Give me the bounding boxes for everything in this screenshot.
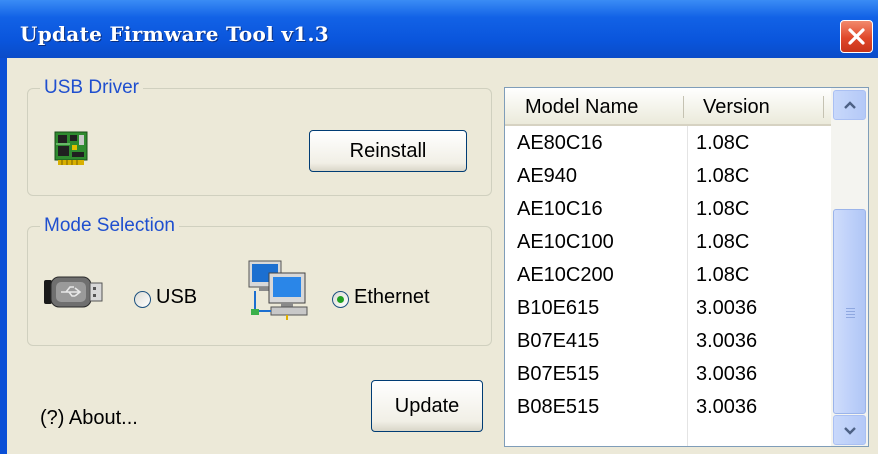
update-button[interactable]: Update xyxy=(371,380,483,432)
scroll-up-arrow-icon xyxy=(844,101,856,109)
version-cell: 1.08C xyxy=(696,231,750,253)
usb-radio[interactable] xyxy=(134,291,151,308)
about-link[interactable]: (?) About... xyxy=(40,407,138,430)
scroll-down-button[interactable] xyxy=(833,415,866,445)
version-cell: 3.0036 xyxy=(696,396,758,418)
version-cell: 3.0036 xyxy=(696,363,758,385)
version-cell: 1.08C xyxy=(696,132,750,154)
usb-radio-label[interactable]: USB xyxy=(156,286,197,309)
circuit-board-icon xyxy=(54,131,88,165)
column-header-version[interactable]: Version xyxy=(703,96,770,119)
window-title: Update Firmware Tool v1.3 xyxy=(20,22,329,46)
table-row[interactable]: AE940 1.08C xyxy=(505,159,831,192)
mode-selection-group: Mode Selection USB Ethernet xyxy=(27,216,492,346)
version-cell: 1.08C xyxy=(696,264,750,286)
model-cell: AE10C16 xyxy=(517,198,603,220)
version-cell: 1.08C xyxy=(696,165,750,187)
model-cell: B07E415 xyxy=(517,330,600,352)
scrollbar-thumb[interactable] xyxy=(833,209,866,414)
radio-selected-dot xyxy=(337,296,344,303)
thumb-grip xyxy=(846,311,855,312)
table-row[interactable]: B07E415 3.0036 xyxy=(505,324,831,357)
column-header-model-name[interactable]: Model Name xyxy=(525,96,638,119)
app-window: Update Firmware Tool v1.3 USB Driver Rei… xyxy=(0,0,878,454)
table-row[interactable]: AE10C16 1.08C xyxy=(505,192,831,225)
model-cell: AE10C100 xyxy=(517,231,614,253)
version-cell: 1.08C xyxy=(696,198,750,220)
model-cell: AE80C16 xyxy=(517,132,603,154)
table-row[interactable]: B10E615 3.0036 xyxy=(505,291,831,324)
thumb-grip xyxy=(846,308,855,309)
table-row[interactable]: B07E515 3.0036 xyxy=(505,357,831,390)
close-button[interactable] xyxy=(840,20,873,53)
model-list[interactable]: Model Name Version AE80C16 1.08C AE940 1… xyxy=(504,87,869,447)
scroll-down-arrow-icon xyxy=(844,427,856,435)
usb-drive-icon xyxy=(44,276,103,308)
usb-driver-group: USB Driver Reinstall xyxy=(27,78,492,196)
computer-network-icon xyxy=(248,260,308,320)
table-row[interactable]: AE80C16 1.08C xyxy=(505,126,831,159)
usb-driver-label: USB Driver xyxy=(40,78,144,98)
model-cell: AE940 xyxy=(517,165,578,187)
model-cell: B07E515 xyxy=(517,363,600,385)
table-row[interactable]: AE10C200 1.08C xyxy=(505,258,831,291)
list-header: Model Name Version xyxy=(505,88,831,126)
vertical-scrollbar[interactable] xyxy=(831,88,868,446)
table-row[interactable]: AE10C100 1.08C xyxy=(505,225,831,258)
model-cell: B08E515 xyxy=(517,396,600,418)
scroll-up-button[interactable] xyxy=(833,90,866,120)
thumb-grip xyxy=(846,317,855,318)
title-bar[interactable]: Update Firmware Tool v1.3 xyxy=(0,0,878,58)
version-cell: 3.0036 xyxy=(696,330,758,352)
model-cell: AE10C200 xyxy=(517,264,614,286)
ethernet-radio[interactable] xyxy=(332,291,349,308)
model-cell: B10E615 xyxy=(517,297,600,319)
client-area: USB Driver Reinstall Mode Selection USB … xyxy=(7,58,878,454)
column-separator[interactable] xyxy=(683,96,684,118)
ethernet-radio-label[interactable]: Ethernet xyxy=(354,286,430,309)
thumb-grip xyxy=(846,314,855,315)
reinstall-button[interactable]: Reinstall xyxy=(309,130,467,172)
close-icon xyxy=(848,28,865,45)
version-cell: 3.0036 xyxy=(696,297,758,319)
table-row[interactable]: B08E515 3.0036 xyxy=(505,390,831,423)
column-separator[interactable] xyxy=(823,96,824,118)
mode-selection-label: Mode Selection xyxy=(40,216,179,236)
